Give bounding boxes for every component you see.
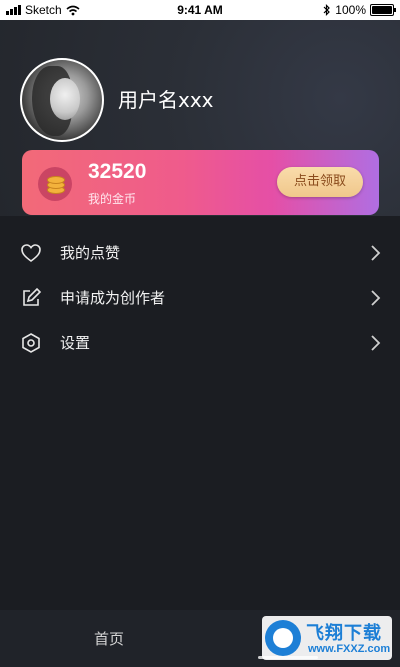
- watermark: 飞翔下载 www.FXXZ.com: [262, 616, 392, 660]
- menu-label-settings: 设置: [60, 334, 91, 352]
- menu-item-creator[interactable]: 申请成为创作者: [0, 275, 400, 320]
- coin-card: 32520 我的金币 点击领取: [22, 150, 379, 215]
- coin-count: 32520: [88, 160, 147, 183]
- watermark-logo-icon: [265, 620, 301, 656]
- status-right: 100%: [323, 3, 396, 17]
- coin-label: 我的金币: [88, 192, 137, 206]
- username: 用户名xxx: [118, 88, 214, 112]
- settings-hexagon-icon: [22, 333, 40, 353]
- avatar[interactable]: [20, 58, 104, 142]
- chevron-right-icon: [371, 245, 381, 261]
- avatar-face: [50, 78, 80, 120]
- heart-icon: [21, 244, 41, 262]
- menu-label-creator: 申请成为创作者: [60, 289, 166, 307]
- battery-icon: [370, 4, 396, 16]
- chevron-right-icon: [371, 290, 381, 306]
- status-bar: Sketch 9:41 AM 100%: [0, 0, 400, 20]
- menu-item-likes[interactable]: 我的点赞: [0, 230, 400, 275]
- menu-list: 我的点赞 申请成为创作者 设置: [0, 230, 400, 365]
- coin-icon: [38, 167, 72, 201]
- edit-icon: [23, 287, 42, 306]
- watermark-url: www.FXXZ.com: [308, 643, 391, 655]
- battery-percent: 100%: [335, 3, 366, 17]
- menu-item-settings[interactable]: 设置: [0, 320, 400, 365]
- chevron-right-icon: [371, 335, 381, 351]
- bluetooth-icon: [323, 4, 331, 16]
- claim-coins-button[interactable]: 点击领取: [277, 167, 363, 197]
- tab-home[interactable]: 首页: [94, 628, 124, 649]
- watermark-title: 飞翔下载: [306, 623, 382, 644]
- menu-label-likes: 我的点赞: [60, 244, 121, 262]
